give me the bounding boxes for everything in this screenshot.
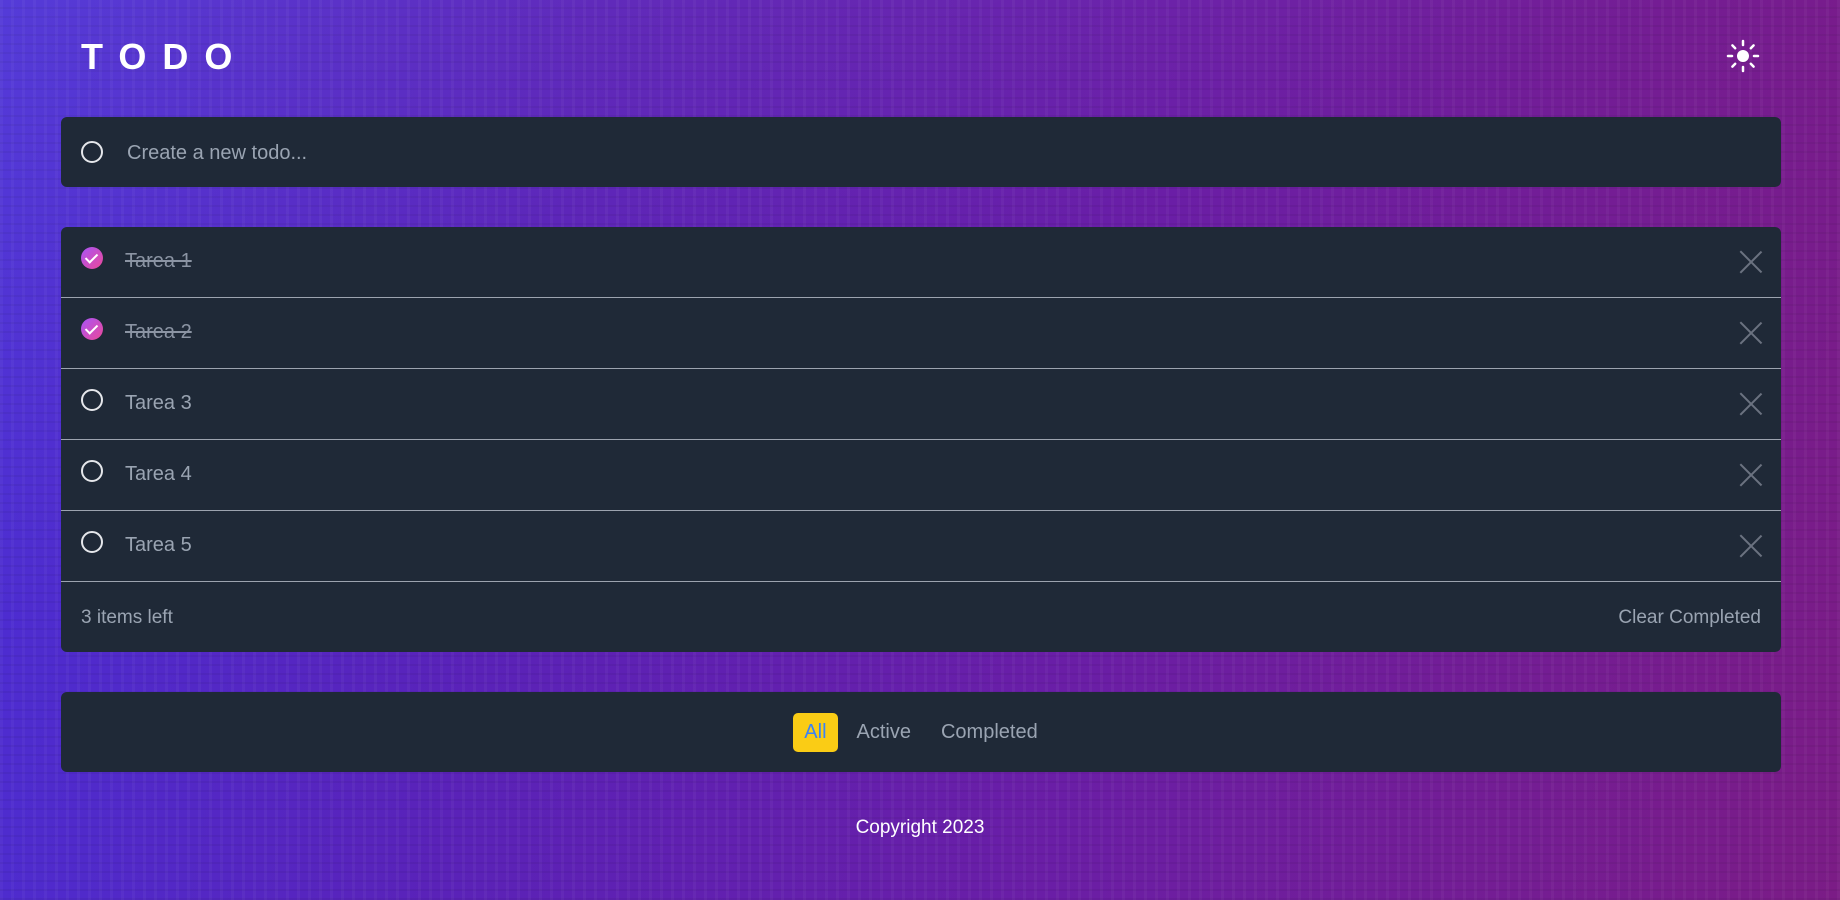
todo-item: Tarea 3 (61, 369, 1781, 440)
todo-checkbox[interactable] (81, 460, 103, 482)
delete-todo-close-icon[interactable] (1739, 250, 1763, 274)
todo-list: Tarea 1 Tarea 2 Tarea 3 Tarea 4 Tarea 5 … (61, 227, 1781, 652)
filter-all-button[interactable]: All (793, 712, 838, 752)
todo-label: Tarea 3 (125, 392, 192, 414)
todo-label: Tarea 2 (125, 321, 192, 343)
list-footer: 3 items left Clear Completed (61, 582, 1781, 652)
filter-completed-button[interactable]: Completed (930, 713, 1049, 752)
delete-todo-close-icon[interactable] (1739, 463, 1763, 487)
copyright-text: Copyright 2023 (855, 817, 985, 838)
delete-todo-close-icon[interactable] (1739, 321, 1763, 345)
items-left-count: 3 items left (81, 607, 173, 628)
todo-checkbox[interactable] (81, 531, 103, 553)
delete-todo-close-icon[interactable] (1739, 392, 1763, 416)
todo-checkbox-checked[interactable] (81, 247, 103, 269)
todo-item: Tarea 4 (61, 440, 1781, 511)
new-todo-circle-icon (81, 141, 103, 163)
theme-toggle-button[interactable] (1725, 38, 1761, 74)
todo-item: Tarea 5 (61, 511, 1781, 582)
todo-label: Tarea 4 (125, 463, 192, 485)
app-header: TODO (81, 30, 1761, 82)
sun-icon (1726, 39, 1760, 73)
app-title: TODO (81, 36, 249, 77)
todo-item: Tarea 2 (61, 298, 1781, 369)
clear-completed-button[interactable]: Clear Completed (1618, 607, 1761, 629)
todo-label: Tarea 1 (125, 250, 192, 272)
todo-checkbox[interactable] (81, 389, 103, 411)
new-todo-form (61, 117, 1781, 187)
new-todo-input[interactable] (125, 137, 1729, 169)
delete-todo-close-icon[interactable] (1739, 534, 1763, 558)
todo-item: Tarea 1 (61, 227, 1781, 298)
todo-checkbox-checked[interactable] (81, 318, 103, 340)
todo-label: Tarea 5 (125, 534, 192, 556)
filter-bar: All Active Completed (61, 692, 1781, 772)
filter-active-button[interactable]: Active (846, 713, 922, 752)
